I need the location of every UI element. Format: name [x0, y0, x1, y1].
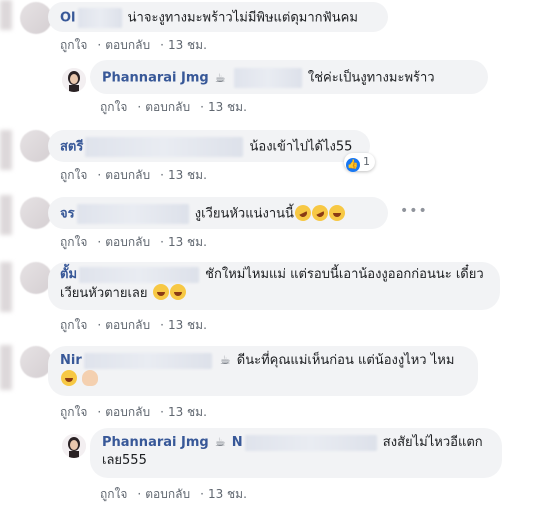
reply-bubble: Phannarai Jmg ☕ N สงสัยไม่ไหวอีแตกเลย555 [90, 428, 502, 478]
comment-actions: ถูกใจ · ตอบกลับ · 13 ชม. [60, 405, 207, 419]
avatar[interactable] [62, 68, 86, 92]
redacted-name [77, 8, 122, 28]
laugh-emoji-icon [152, 284, 169, 300]
comment-text: น้องเข้าไปได้ไง55 [249, 139, 353, 155]
commenter-name[interactable]: จร [60, 207, 75, 222]
like-link[interactable]: ถูกใจ [60, 235, 87, 249]
reply-bubble: Phannarai Jmg ☕ ใช่ค่ะเป็นงูทางมะพร้าว [90, 60, 488, 94]
timestamp[interactable]: 13 ชม. [168, 318, 207, 332]
comment-actions: ถูกใจ · ตอบกลับ · 13 ชม. [60, 235, 207, 249]
redacted-name [79, 266, 200, 283]
like-link[interactable]: ถูกใจ [100, 487, 127, 501]
timestamp[interactable]: 13 ชม. [168, 168, 207, 182]
redacted-name [76, 204, 189, 224]
blurred-edge [0, 0, 12, 30]
comment-actions: ถูกใจ · ตอบกลับ · 13 ชม. [100, 487, 247, 501]
reply-link[interactable]: ตอบกลับ [105, 318, 150, 332]
more-dots-icon[interactable]: ••• [400, 203, 428, 219]
redacted-mention [244, 434, 377, 451]
like-link[interactable]: ถูกใจ [60, 168, 87, 182]
comment-bubble: จร งูเวียนหัวแน่งานนี้ [48, 197, 388, 229]
comment-actions: ถูกใจ · ตอบกลับ · 13 ชม. [100, 100, 247, 114]
reply-link[interactable]: ตอบกลับ [145, 487, 190, 501]
like-link[interactable]: ถูกใจ [60, 318, 87, 332]
commenter-name[interactable]: สตรี [60, 140, 83, 155]
timestamp[interactable]: 13 ชม. [208, 487, 247, 501]
commenter-name[interactable]: Ol [60, 11, 76, 26]
like-link[interactable]: ถูกใจ [60, 38, 87, 52]
like-link[interactable]: ถูกใจ [100, 100, 127, 114]
comment-text: ใช่ค่ะเป็นงูทางมะพร้าว [307, 70, 435, 86]
comment-actions: ถูกใจ · ตอบกลับ · 13 ชม. [60, 318, 207, 332]
comment-bubble: Ol น่าจะงูทางมะพร้าวไม่มีพิษแต่ดุมากฟันค… [48, 2, 388, 32]
reply-link[interactable]: ตอบกลับ [145, 100, 190, 114]
coffee-icon: ☕ [214, 435, 226, 449]
coffee-icon: ☕ [214, 70, 226, 85]
comment-text: ดีนะที่คุณแม่เห็นก่อน แต่น้องงูไหว ไหม [236, 353, 455, 368]
timestamp[interactable]: 13 ชม. [168, 235, 207, 249]
avatar[interactable] [62, 434, 86, 458]
mention-link[interactable]: N [232, 435, 243, 450]
redacted-name [83, 352, 212, 369]
reply-link[interactable]: ตอบกลับ [105, 38, 150, 52]
comment-text: น่าจะงูทางมะพร้าวไม่มีพิษแต่ดุมากฟันคม [127, 10, 358, 26]
commenter-name[interactable]: Phannarai Jmg [102, 71, 209, 86]
reply-link[interactable]: ตอบกลับ [105, 235, 150, 249]
comment-bubble: Nir ☕ ดีนะที่คุณแม่เห็นก่อน แต่น้องงูไหว… [48, 346, 478, 396]
blurred-edge [0, 345, 12, 390]
blurred-edge [0, 195, 12, 235]
laugh-emoji-icon [169, 284, 186, 300]
comment-text: งูเวียนหัวแน่งานนี้ [194, 206, 294, 222]
comment-bubble: สตรี น้องเข้าไปได้ไง55 [48, 130, 370, 162]
commenter-name[interactable]: Phannarai Jmg [102, 435, 209, 450]
comment-actions: ถูกใจ · ตอบกลับ · 13 ชม. [60, 168, 207, 182]
redacted-name [85, 137, 244, 157]
timestamp[interactable]: 13 ชม. [208, 100, 247, 114]
commenter-name[interactable]: Nir [60, 353, 82, 368]
reaction-count[interactable]: 👍 1 [344, 153, 375, 172]
timestamp[interactable]: 13 ชม. [168, 405, 207, 419]
coffee-icon: ☕ [219, 353, 231, 367]
like-link[interactable]: ถูกใจ [60, 405, 87, 419]
blurred-edge [0, 262, 12, 312]
rofl-emoji-icon [292, 201, 314, 224]
rofl-emoji-icon [309, 201, 331, 224]
comment-actions: ถูกใจ · ตอบกลับ · 13 ชม. [60, 38, 207, 52]
like-reaction-icon: 👍 [346, 158, 360, 172]
reply-link[interactable]: ตอบกลับ [105, 168, 150, 182]
reply-link[interactable]: ตอบกลับ [105, 405, 150, 419]
redacted-mention [233, 68, 302, 88]
woman-shrug-emoji-icon [82, 370, 99, 386]
blurred-edge [0, 130, 12, 170]
laugh-emoji-icon [328, 204, 345, 221]
comment-bubble: ตั้ม ชักใหม่ไหมแม่ แต่รอบนี้เอาน้องงูออก… [48, 262, 500, 310]
commenter-name[interactable]: ตั้ม [60, 267, 77, 282]
timestamp[interactable]: 13 ชม. [168, 38, 207, 52]
laugh-emoji-icon [61, 370, 77, 386]
